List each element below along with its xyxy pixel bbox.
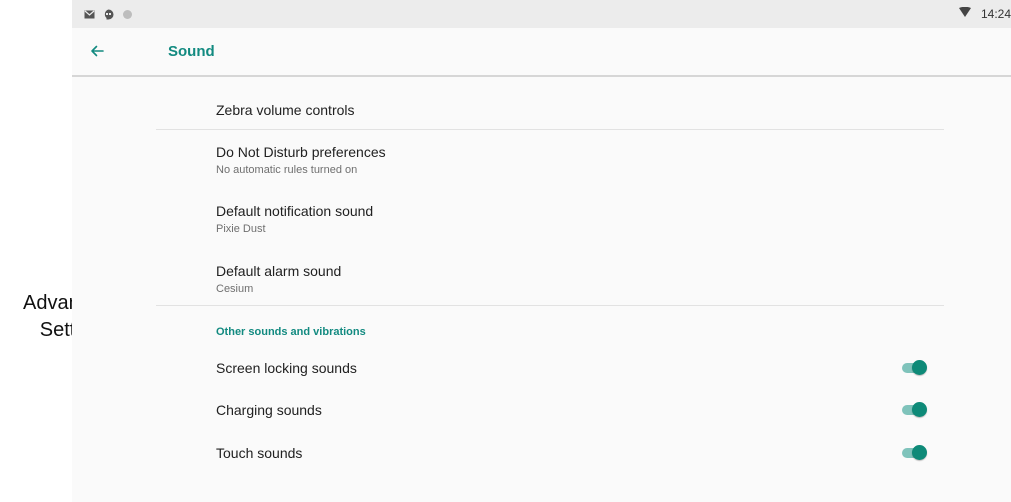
notification-icons [84, 7, 133, 20]
toggle-thumb [912, 360, 927, 375]
pref-subtitle: Pixie Dust [216, 223, 266, 235]
wifi-icon [958, 6, 971, 21]
circle-icon [122, 7, 133, 19]
status-bar-right: 14:24 [958, 6, 1011, 21]
screen-locking-sounds-toggle[interactable] [902, 360, 927, 376]
pref-title: Do Not Disturb preferences [216, 144, 386, 160]
pref-subtitle: No automatic rules turned on [216, 164, 358, 176]
arrow-back-icon [91, 45, 104, 57]
device-screen: 14:24 Sound Zebra volume controls Do Not… [72, 0, 1011, 502]
pref-title: Touch sounds [216, 445, 303, 461]
status-bar: 14:24 [72, 0, 1011, 28]
pref-subtitle: Cesium [216, 283, 254, 295]
page-title: Sound [168, 43, 215, 60]
hangouts-icon [103, 7, 114, 20]
divider [156, 129, 944, 130]
pref-default-alarm-sound[interactable]: Default alarm sound Cesium [216, 262, 341, 296]
pref-zebra-volume-controls[interactable]: Zebra volume controls [216, 101, 355, 119]
pref-title: Default notification sound [216, 203, 374, 219]
pref-screen-locking-sounds[interactable]: Screen locking sounds [216, 359, 357, 377]
pref-charging-sounds[interactable]: Charging sounds [216, 401, 322, 419]
back-button[interactable] [86, 40, 108, 62]
app-toolbar: Sound [72, 28, 1011, 77]
divider [156, 305, 944, 306]
touch-sounds-toggle[interactable] [902, 445, 927, 461]
section-header: Other sounds and vibrations [216, 326, 366, 338]
pref-title: Zebra volume controls [216, 102, 355, 118]
pref-title: Default alarm sound [216, 263, 342, 279]
clock: 14:24 [980, 7, 1011, 21]
toggle-thumb [912, 445, 927, 460]
pref-touch-sounds[interactable]: Touch sounds [216, 444, 302, 462]
pref-title: Charging sounds [216, 402, 322, 418]
pref-do-not-disturb[interactable]: Do Not Disturb preferences No automatic … [216, 143, 386, 177]
toggle-thumb [912, 402, 927, 417]
pref-title: Screen locking sounds [216, 360, 357, 376]
charging-sounds-toggle[interactable] [902, 402, 927, 418]
pref-default-notification-sound[interactable]: Default notification sound Pixie Dust [216, 202, 373, 236]
gmail-icon [84, 7, 95, 19]
